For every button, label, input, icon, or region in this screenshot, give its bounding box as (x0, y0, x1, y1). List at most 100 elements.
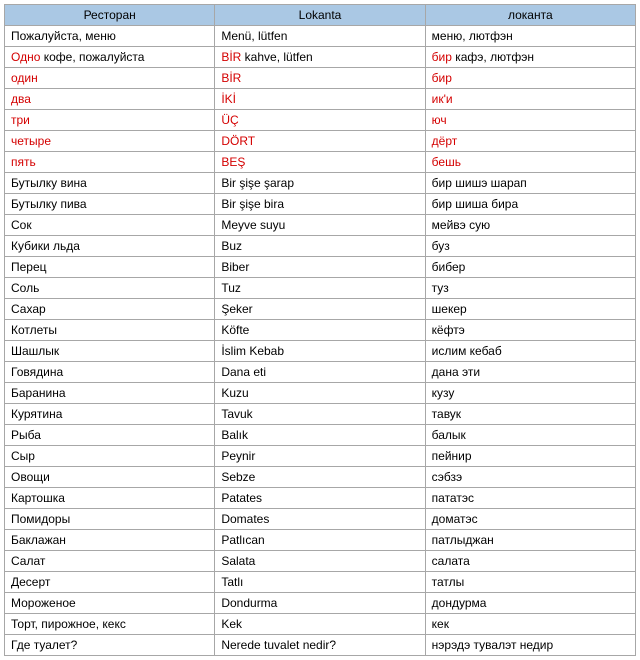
table-cell: Tavuk (215, 404, 425, 425)
table-row: БаклажанPatlıcanпатлыджан (5, 530, 636, 551)
table-cell: Котлеты (5, 320, 215, 341)
table-row: Бутылку пиваBir şişe biraбир шиша бира (5, 194, 636, 215)
table-cell: мейвэ сую (425, 215, 635, 236)
table-row: Торт, пирожное, кексKekкек (5, 614, 636, 635)
table-cell: Помидоры (5, 509, 215, 530)
table-body: Пожалуйста, менюMenü, lütfenменю, лютфэн… (5, 26, 636, 656)
table-cell: Шашлык (5, 341, 215, 362)
table-cell: İKİ (215, 89, 425, 110)
table-cell: Buz (215, 236, 425, 257)
table-cell: Говядина (5, 362, 215, 383)
table-cell: кек (425, 614, 635, 635)
table-cell: Где туалет? (5, 635, 215, 656)
table-cell: BEŞ (215, 152, 425, 173)
table-cell: четыре (5, 131, 215, 152)
table-cell: три (5, 110, 215, 131)
table-row: Бутылку винаBir şişe şarapбир шишэ шарап (5, 173, 636, 194)
table-cell: Şeker (215, 299, 425, 320)
table-row: ДесертTatlıтатлы (5, 572, 636, 593)
table-cell: Сахар (5, 299, 215, 320)
table-cell: Bir şişe şarap (215, 173, 425, 194)
table-cell: Balık (215, 425, 425, 446)
table-cell: Menü, lütfen (215, 26, 425, 47)
table-cell: Курятина (5, 404, 215, 425)
table-row: Где туалет?Nerede tuvalet nedir?нэрэдэ т… (5, 635, 636, 656)
table-cell: дондурма (425, 593, 635, 614)
table-cell: бир шиша бира (425, 194, 635, 215)
table-row: пятьBEŞбешь (5, 152, 636, 173)
table-cell: нэрэдэ тувалэт недир (425, 635, 635, 656)
table-cell: Десерт (5, 572, 215, 593)
table-row: Кубики льдаBuzбуз (5, 236, 636, 257)
table-row: КотлетыKöfteкёфтэ (5, 320, 636, 341)
header-cell: Lokanta (215, 5, 425, 26)
table-cell: BİR (215, 68, 425, 89)
table-cell: BİR kahve, lütfen (215, 47, 425, 68)
table-cell: Köfte (215, 320, 425, 341)
table-cell: Tatlı (215, 572, 425, 593)
table-row: СырPeynirпейнир (5, 446, 636, 467)
table-cell: Kuzu (215, 383, 425, 404)
table-row: триÜÇюч (5, 110, 636, 131)
table-cell: Пожалуйста, меню (5, 26, 215, 47)
table-cell: Patlıcan (215, 530, 425, 551)
table-cell: меню, лютфэн (425, 26, 635, 47)
table-cell: патлыджан (425, 530, 635, 551)
table-cell: Рыба (5, 425, 215, 446)
table-cell: ислим кебаб (425, 341, 635, 362)
table-cell: сэбзэ (425, 467, 635, 488)
table-cell: Бутылку вина (5, 173, 215, 194)
table-row: КурятинаTavukтавук (5, 404, 636, 425)
table-cell: кёфтэ (425, 320, 635, 341)
table-cell: Kek (215, 614, 425, 635)
table-cell: Сок (5, 215, 215, 236)
table-cell: Салат (5, 551, 215, 572)
table-cell: татлы (425, 572, 635, 593)
table-cell: Мороженое (5, 593, 215, 614)
table-cell: салата (425, 551, 635, 572)
table-cell: два (5, 89, 215, 110)
table-cell: буз (425, 236, 635, 257)
table-cell: Кубики льда (5, 236, 215, 257)
table-cell: Domates (215, 509, 425, 530)
table-cell: Sebze (215, 467, 425, 488)
table-cell: бешь (425, 152, 635, 173)
table-cell: юч (425, 110, 635, 131)
table-cell: ик'и (425, 89, 635, 110)
table-row: СалатSalataсалата (5, 551, 636, 572)
table-cell: Biber (215, 257, 425, 278)
table-cell: ÜÇ (215, 110, 425, 131)
table-row: Одно кофе, пожалуйстаBİR kahve, lütfenби… (5, 47, 636, 68)
table-row: БаранинаKuzuкузу (5, 383, 636, 404)
table-cell: Dana eti (215, 362, 425, 383)
table-cell: Bir şişe bira (215, 194, 425, 215)
table-cell: пататэс (425, 488, 635, 509)
table-cell: Картошка (5, 488, 215, 509)
table-cell: İslim Kebab (215, 341, 425, 362)
table-cell: Бутылку пива (5, 194, 215, 215)
table-row: одинBİRбир (5, 68, 636, 89)
table-row: КартошкаPatatesпататэс (5, 488, 636, 509)
phrasebook-table: Ресторан Lokanta локанта Пожалуйста, мен… (4, 4, 636, 656)
table-cell: пять (5, 152, 215, 173)
table-row: дваİKİик'и (5, 89, 636, 110)
table-cell: доматэс (425, 509, 635, 530)
table-cell: кузу (425, 383, 635, 404)
table-cell: туз (425, 278, 635, 299)
table-cell: Peynir (215, 446, 425, 467)
table-cell: Овощи (5, 467, 215, 488)
table-cell: тавук (425, 404, 635, 425)
table-cell: бир кафэ, лютфэн (425, 47, 635, 68)
table-row: Пожалуйста, менюMenü, lütfenменю, лютфэн (5, 26, 636, 47)
header-cell: локанта (425, 5, 635, 26)
table-row: Шашлыкİslim Kebabислим кебаб (5, 341, 636, 362)
table-cell: Сыр (5, 446, 215, 467)
table-cell: бир (425, 68, 635, 89)
table-cell: Patates (215, 488, 425, 509)
table-cell: Баранина (5, 383, 215, 404)
table-row: МороженоеDondurmaдондурма (5, 593, 636, 614)
table-cell: Баклажан (5, 530, 215, 551)
table-row: ПерецBiberбибер (5, 257, 636, 278)
header-cell: Ресторан (5, 5, 215, 26)
table-cell: бибер (425, 257, 635, 278)
